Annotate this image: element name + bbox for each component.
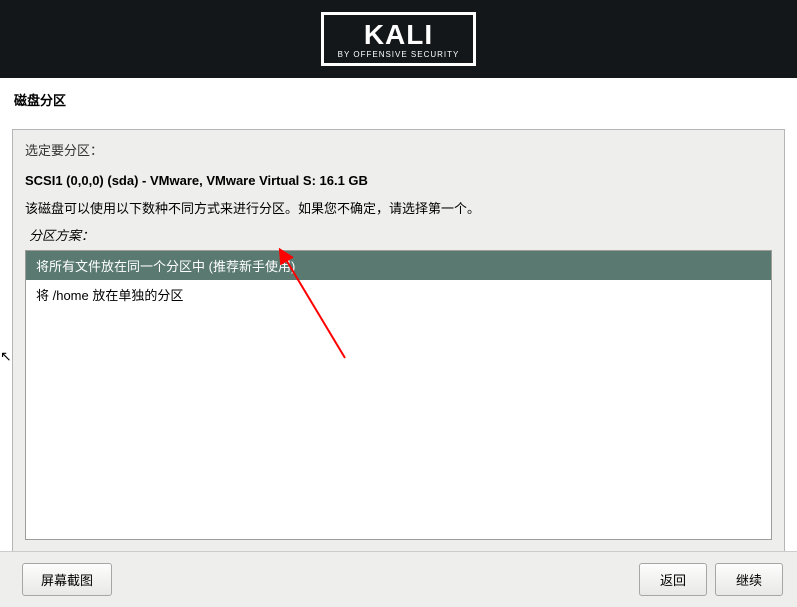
scheme-label: 分区方案： xyxy=(29,225,772,244)
option-all-files-single-partition[interactable]: 将所有文件放在同一个分区中 (推荐新手使用) xyxy=(26,251,771,280)
page-title: 磁盘分区 xyxy=(14,90,785,109)
select-partition-label: 选定要分区： xyxy=(25,140,772,159)
option-separate-home-partition[interactable]: 将 /home 放在单独的分区 xyxy=(26,280,771,309)
footer-bar: 屏幕截图 返回 继续 xyxy=(0,551,797,607)
partition-panel: 选定要分区： SCSI1 (0,0,0) (sda) - VMware, VMw… xyxy=(12,129,785,569)
option-label: 将 /home 放在单独的分区 xyxy=(36,288,183,303)
continue-button[interactable]: 继续 xyxy=(715,563,783,596)
helper-text: 该磁盘可以使用以下数种不同方式来进行分区。如果您不确定，请选择第一个。 xyxy=(25,198,772,217)
partition-options-list: 将所有文件放在同一个分区中 (推荐新手使用) 将 /home 放在单独的分区 xyxy=(25,250,772,540)
back-button[interactable]: 返回 xyxy=(639,563,707,596)
screenshot-button[interactable]: 屏幕截图 xyxy=(22,563,112,596)
kali-logo: KALI BY OFFENSIVE SECURITY xyxy=(321,12,477,66)
main-content: 磁盘分区 选定要分区： SCSI1 (0,0,0) (sda) - VMware… xyxy=(0,78,797,569)
logo-text: KALI xyxy=(338,21,460,49)
option-label: 将所有文件放在同一个分区中 (推荐新手使用) xyxy=(36,259,295,274)
disk-info: SCSI1 (0,0,0) (sda) - VMware, VMware Vir… xyxy=(25,173,772,188)
header-banner: KALI BY OFFENSIVE SECURITY xyxy=(0,0,797,78)
logo-subtitle: BY OFFENSIVE SECURITY xyxy=(338,51,460,59)
